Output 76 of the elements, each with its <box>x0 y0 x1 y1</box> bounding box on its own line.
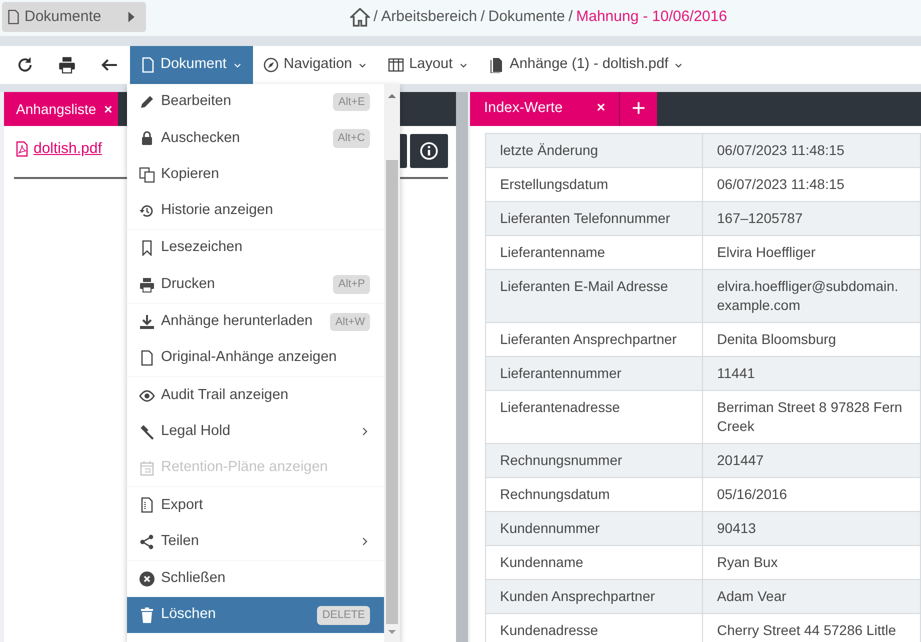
field-name: Lieferantennummer <box>486 356 702 390</box>
menu-item[interactable]: Teilen <box>127 524 384 560</box>
field-name: Kunden Ansprechpartner <box>486 580 702 614</box>
pencil-icon <box>139 94 155 110</box>
file-link[interactable]: doltish.pdf <box>14 138 102 160</box>
menu-item[interactable]: Schließen <box>127 560 384 598</box>
files-icon <box>488 57 505 73</box>
trash-icon <box>139 607 155 624</box>
field-value: 11441 <box>702 356 920 390</box>
document-icon <box>139 350 155 366</box>
menu-item[interactable]: Lesezeichen <box>127 230 384 266</box>
menu-item[interactable]: Drucken Alt+P <box>127 266 384 303</box>
printer-icon <box>58 56 76 74</box>
field-value: 167–1205787 <box>702 202 920 236</box>
field-name: Rechnungsnummer <box>486 444 702 478</box>
menu-item[interactable]: Export <box>127 487 384 524</box>
document-icon <box>140 57 156 73</box>
menu-item[interactable]: Historie anzeigen <box>127 192 384 230</box>
toolbar-menu[interactable]: Layout <box>378 46 479 84</box>
field-name: Lieferanten E-Mail Adresse <box>486 270 702 322</box>
pdf-icon <box>14 140 30 158</box>
menu-item[interactable]: Audit Trail anzeigen <box>127 377 384 414</box>
breadcrumb-separator: / <box>568 7 573 27</box>
field-value: Adam Vear <box>702 580 920 614</box>
panel-tab[interactable]: Index-Werte × <box>470 92 620 126</box>
menu-item[interactable]: Löschen DELETE <box>127 597 384 634</box>
toolbar-menu[interactable]: Dokument <box>130 46 253 84</box>
panel-tab[interactable]: Anhangsliste × <box>4 92 118 126</box>
info-button[interactable] <box>410 134 448 168</box>
breadcrumb-link[interactable]: Dokumente <box>488 6 565 28</box>
lock-icon <box>139 130 155 146</box>
breadcrumb-current: Mahnung - 10/06/2016 <box>576 7 728 27</box>
shortcut-hint: Alt+P <box>333 275 370 294</box>
field-name: Kundennummer <box>486 512 702 546</box>
menu-item[interactable]: Bearbeiten Alt+E <box>127 84 384 120</box>
add-tab-button[interactable]: + <box>619 92 658 126</box>
printer-icon <box>139 276 155 293</box>
field-name: letzte Änderung <box>486 134 702 168</box>
document-icon <box>139 497 155 514</box>
copy-icon <box>139 166 155 183</box>
eye-icon <box>139 388 155 404</box>
folder-button[interactable]: Dokumente <box>2 2 146 32</box>
history-icon <box>139 203 155 220</box>
breadcrumb-separator: / <box>480 7 485 27</box>
shortcut-hint: DELETE <box>317 606 370 625</box>
download-icon <box>139 314 155 330</box>
document-icon <box>6 9 21 25</box>
breadcrumb-separator: / <box>374 7 378 27</box>
shortcut-hint: Alt+E <box>333 92 370 112</box>
menu-item[interactable]: Anhänge herunterladen Alt+W <box>127 304 384 340</box>
compass-icon <box>262 57 279 73</box>
toolbar-menu[interactable]: Anhänge (1) - doltish.pdf <box>478 46 694 84</box>
menu-item[interactable]: Legal Hold <box>127 414 384 450</box>
menu-item[interactable]: Kopieren <box>127 156 384 193</box>
breadcrumb-link[interactable]: Arbeitsbereich <box>381 6 478 28</box>
field-value: 90413 <box>702 512 920 546</box>
columns-icon <box>388 57 404 73</box>
field-name: Lieferanten Telefonnummer <box>486 202 702 236</box>
menu-item[interactable]: Original-Anhänge anzeigen <box>127 340 384 376</box>
close-icon[interactable]: × <box>104 98 112 120</box>
shortcut-hint: Alt+W <box>330 312 370 332</box>
close-icon <box>139 571 155 587</box>
menu-item[interactable]: Auschecken Alt+C <box>127 120 384 157</box>
home-icon[interactable] <box>350 7 370 28</box>
field-name: Kundenadresse <box>486 614 702 642</box>
close-icon[interactable]: × <box>596 98 606 120</box>
toolbar-menu[interactable]: Navigation <box>252 46 378 84</box>
info-icon <box>420 142 438 160</box>
field-value: 06/07/2023 11:48:15 <box>702 134 920 168</box>
shortcut-hint: Alt+C <box>332 129 370 148</box>
share-icon <box>139 534 155 550</box>
field-value: elvira.hoeffliger@subdomain.example.com <box>702 270 920 322</box>
gavel-icon <box>139 424 155 440</box>
field-value: 201447 <box>702 444 920 478</box>
calendar-icon <box>139 460 155 476</box>
refresh-icon <box>16 56 34 74</box>
